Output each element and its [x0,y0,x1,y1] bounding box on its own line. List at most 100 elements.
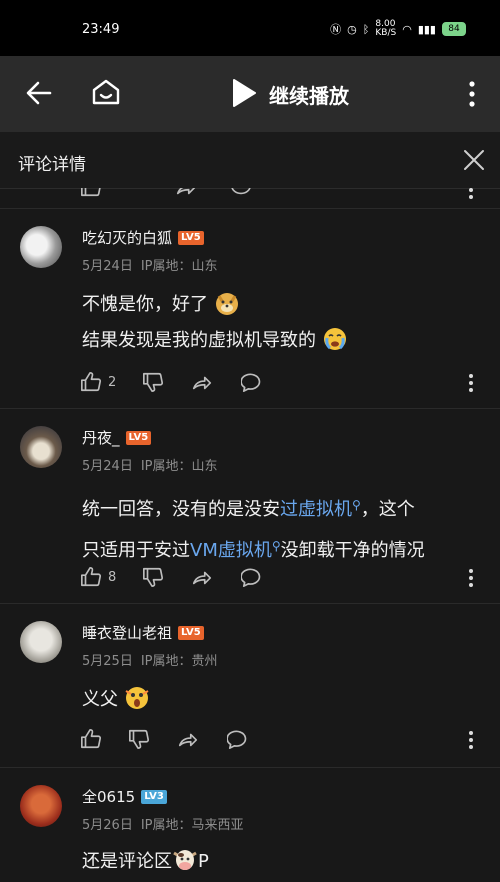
top-bar: 继续播放 [0,56,500,132]
avatar[interactable] [20,426,62,468]
more-icon[interactable] [466,373,476,393]
ip-location: IP属地：山东 [140,459,218,474]
status-icons: Ⓝ ◷ ᛒ 8.00 KB/S ◠ ▮▮▮ 84 [330,20,466,38]
share-button[interactable] [177,728,199,750]
more-icon[interactable] [466,568,476,588]
search-icon: ⚲ [352,498,361,512]
continue-play-button[interactable]: 继续播放 [269,80,349,109]
previous-comment-actions [0,188,500,209]
username[interactable]: 全0615 [82,786,135,807]
comment-date: 5月24日 [82,459,133,474]
doge-emoji-icon [215,293,238,315]
play-icon[interactable] [231,78,257,108]
battery-icon: 84 [442,22,466,36]
avatar[interactable] [20,785,62,827]
like-icon[interactable] [80,188,102,198]
comment-actions: 2 [80,371,263,393]
level-badge: LV5 [178,625,204,640]
panel-title: 评论详情 [18,155,86,175]
more-icon[interactable] [466,188,476,200]
comment-item: 吃幻灭的白狐 LV5 5月24日 IP属地：山东 不愧是你，好了 结果发现是我的虚… [0,209,500,409]
share-icon [193,571,212,585]
ip-location: IP属地：贵州 [140,654,218,669]
search-icon: ⚲ [271,539,281,553]
username[interactable]: 睡衣登山老祖 [82,622,172,643]
dislike-button[interactable] [128,728,150,750]
comment-date: 5月26日 [82,818,133,833]
comment-line: 结果发现是我的虚拟机导致的 [82,330,316,351]
search-link-text: VM虚拟机 [190,540,272,561]
avatar[interactable] [20,226,62,268]
username[interactable]: 吃幻灭的白狐 [82,227,172,248]
share-icon[interactable] [175,188,197,198]
search-link[interactable]: VM虚拟机⚲ [190,539,281,561]
reply-button[interactable] [227,728,249,750]
comment-meta: 5月25日 IP属地：贵州 [82,650,226,669]
comment-meta: 5月24日 IP属地：山东 [82,455,226,474]
comment-text-segment: 还是评论区 [82,851,172,872]
reply-icon [241,373,261,392]
comment-text-segment: P [198,851,209,872]
comment-text: 还是评论区 P [82,844,209,880]
reply-icon [241,568,261,587]
search-link-text: 过虚拟机 [280,499,352,520]
more-options-icon[interactable] [462,80,482,108]
share-button[interactable] [191,566,213,588]
comment-line: 义父 [82,689,118,710]
comment-text-segment: 只适用于安过 [82,540,190,561]
dislike-icon [143,372,164,392]
share-icon [178,733,198,747]
search-link[interactable]: 过虚拟机⚲ [280,498,361,520]
comment-text: 不愧是你，好了 结果发现是我的虚拟机导致的 [82,287,348,359]
signal-icon: ▮▮▮ [417,22,436,36]
dislike-button[interactable] [142,371,164,393]
username[interactable]: 丹夜_ [82,427,120,448]
reply-icon [227,730,247,749]
home-icon[interactable] [90,76,122,108]
comment-date: 5月24日 [82,259,133,274]
back-arrow-icon[interactable] [24,78,54,108]
status-bar: 23:49 Ⓝ ◷ ᛒ 8.00 KB/S ◠ ▮▮▮ 84 [0,0,500,56]
cow-emoji-icon [173,850,197,870]
comment-text-segment: 没卸载干净的情况 [280,540,425,561]
comment-text-segment: 统一回答，没有的是没安 [82,499,280,520]
avatar[interactable] [20,621,62,663]
like-button[interactable] [80,728,102,750]
comment-text: 统一回答，没有的是没安过虚拟机⚲，这个 只适用于安过VM虚拟机⚲没卸载干净的情况 [82,487,425,569]
reply-button[interactable] [241,566,263,588]
nfc-icon: Ⓝ [330,23,342,36]
dislike-button[interactable] [142,566,164,588]
wifi-icon: ◠ [402,22,412,36]
comment-meta: 5月24日 IP属地：山东 [82,255,226,274]
alarm-icon: ◷ [347,22,357,36]
level-badge: LV5 [178,230,204,245]
bluetooth-icon: ᛒ [362,22,370,36]
like-button[interactable]: 2 [80,371,116,393]
share-icon [193,376,212,390]
like-icon [81,729,101,749]
shocked-emoji-icon [125,687,149,709]
net-speed: 8.00 KB/S [375,19,397,38]
comment-text: 义父 [82,682,150,718]
reply-icon[interactable] [230,188,252,198]
like-icon [81,567,101,587]
level-badge: LV3 [141,789,167,804]
comment-item: 全0615 LV3 5月26日 IP属地：马来西亚 还是评论区 P [0,768,500,882]
share-button[interactable] [191,371,213,393]
status-time: 23:49 [82,22,120,37]
comment-text-segment: ，这个 [360,499,415,520]
comment-actions: 8 [80,566,263,588]
close-icon[interactable] [462,148,486,172]
ip-location: IP属地：山东 [140,259,218,274]
comment-meta: 5月26日 IP属地：马来西亚 [82,814,252,833]
comment-item: 丹夜_ LV5 5月24日 IP属地：山东 统一回答，没有的是没安过虚拟机⚲，这个… [0,409,500,604]
reply-button[interactable] [241,371,263,393]
crying-emoji-icon [323,328,346,350]
level-badge: LV5 [125,430,152,445]
more-icon[interactable] [466,730,476,750]
comment-actions [80,728,249,750]
like-count: 2 [108,374,117,390]
like-button[interactable]: 8 [80,566,116,588]
dislike-icon [143,567,164,587]
comment-date: 5月25日 [82,654,133,669]
